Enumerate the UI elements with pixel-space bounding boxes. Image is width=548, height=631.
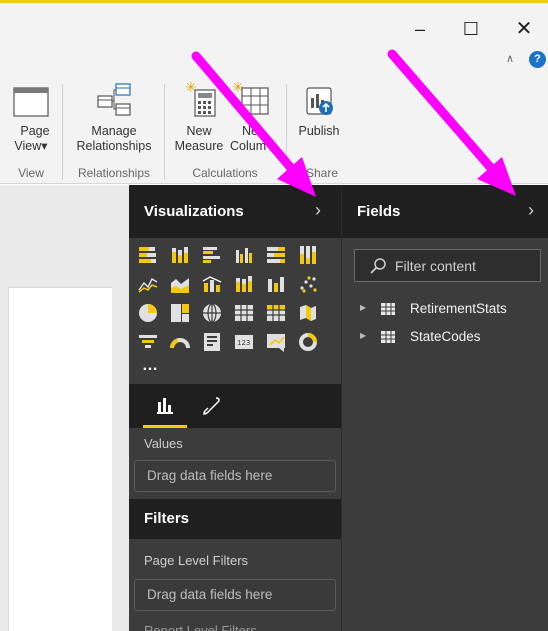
- area-chart-icon[interactable]: [169, 273, 191, 295]
- svg-text:✳: ✳: [185, 80, 197, 96]
- paint-roller-icon: [203, 397, 220, 415]
- new-measure-label2: Measure: [174, 139, 224, 153]
- ribbon-chart-icon[interactable]: [265, 273, 287, 295]
- values-label: Values: [144, 436, 183, 451]
- visualizations-pane: Visualizations › 123 … Values Drag data …: [129, 185, 341, 631]
- accent-line: [0, 0, 548, 3]
- report-page[interactable]: [8, 287, 112, 631]
- visualizations-title: Visualizations: [144, 203, 244, 220]
- page-filters-dropzone[interactable]: Drag data fields here: [134, 579, 336, 611]
- group-label-share: Share: [305, 166, 338, 180]
- filters-header: Filters: [129, 499, 341, 539]
- filters-title: Filters: [144, 510, 190, 527]
- manage-relationships-label: Manage: [91, 124, 137, 138]
- filled-map-icon[interactable]: [297, 302, 319, 324]
- fields-pane: Fields › ▶ RetirementStats ▶ StateCodes: [341, 185, 548, 631]
- maximize-button[interactable]: ☐: [458, 16, 484, 42]
- collapse-ribbon-icon[interactable]: ∧: [506, 52, 514, 65]
- page-view-icon: [13, 87, 49, 117]
- filter-content-input[interactable]: [395, 250, 535, 281]
- manage-relationships-icon: [97, 83, 131, 116]
- page-view-label2: View▾: [14, 139, 48, 153]
- multi-row-card-icon[interactable]: 123: [233, 331, 255, 353]
- ribbon: Page View▾ Manage Relationships ✳ New Me…: [0, 78, 548, 184]
- map-icon[interactable]: [201, 302, 223, 324]
- line-and-column-chart-icon[interactable]: [201, 273, 223, 295]
- visualizations-tabbar: [129, 384, 341, 428]
- group-label-calculations: Calculations: [192, 166, 258, 180]
- 100-stacked-bar-chart-icon[interactable]: [265, 244, 287, 266]
- gauge-icon[interactable]: [169, 331, 191, 353]
- table-icon: [381, 303, 395, 315]
- clustered-bar-chart-icon[interactable]: [201, 244, 223, 266]
- card-icon[interactable]: [201, 331, 223, 353]
- new-measure-icon: ✳: [185, 80, 216, 117]
- fields-header: Fields ›: [342, 185, 548, 238]
- search-icon: [370, 258, 386, 274]
- visualizations-header: Visualizations ›: [129, 185, 341, 238]
- manage-relationships-button[interactable]: Manage Relationships: [68, 78, 160, 154]
- more-visuals-icon[interactable]: …: [142, 357, 159, 375]
- treemap-icon[interactable]: [169, 302, 191, 324]
- matrix-icon[interactable]: [265, 302, 287, 324]
- line-and-stacked-column-chart-icon[interactable]: [233, 273, 255, 295]
- ribbon-separator: [286, 84, 287, 180]
- page-view-button[interactable]: Page View▾: [0, 78, 52, 154]
- funnel-icon[interactable]: [137, 331, 159, 353]
- publish-label: Publish: [298, 124, 340, 138]
- line-chart-icon[interactable]: [137, 273, 159, 295]
- group-label-relationships: Relationships: [77, 166, 151, 180]
- new-measure-button[interactable]: ✳ New Measure: [170, 78, 228, 154]
- table-visual-icon[interactable]: [233, 302, 255, 324]
- new-column-icon: ✳: [232, 80, 269, 115]
- publish-button[interactable]: Publish: [292, 78, 346, 139]
- new-column-button[interactable]: ✳ Ne Colum: [230, 78, 272, 154]
- stacked-bar-chart-icon[interactable]: [137, 244, 159, 266]
- clustered-column-chart-icon[interactable]: [233, 244, 255, 266]
- fields-tab-icon: [157, 398, 173, 414]
- fields-title: Fields: [357, 203, 401, 220]
- new-column-label: Ne: [242, 124, 258, 138]
- ribbon-separator: [164, 84, 165, 180]
- help-icon[interactable]: ?: [529, 51, 546, 68]
- table-name: RetirementStats: [410, 301, 507, 316]
- 100-stacked-column-chart-icon[interactable]: [297, 244, 319, 266]
- publish-icon: [306, 87, 333, 115]
- table-icon: [381, 331, 395, 343]
- report-canvas[interactable]: [0, 185, 129, 631]
- fields-tab[interactable]: [143, 384, 187, 428]
- table-name: StateCodes: [410, 329, 481, 344]
- svg-text:✳: ✳: [232, 80, 244, 96]
- kpi-icon[interactable]: [265, 331, 287, 353]
- filter-content-box[interactable]: [354, 249, 541, 282]
- collapse-visualizations-icon[interactable]: ›: [315, 200, 321, 221]
- close-button[interactable]: ✕: [511, 16, 537, 42]
- ribbon-separator: [62, 84, 63, 180]
- pie-chart-icon[interactable]: [137, 302, 159, 324]
- new-measure-label: New: [186, 124, 212, 138]
- minimize-button[interactable]: –: [407, 16, 433, 42]
- report-level-filters-label: Report Level Filters: [144, 623, 257, 631]
- stacked-column-chart-icon[interactable]: [169, 244, 191, 266]
- expand-icon[interactable]: ▶: [360, 331, 366, 340]
- collapse-fields-icon[interactable]: ›: [528, 200, 534, 221]
- scatter-chart-icon[interactable]: [297, 273, 319, 295]
- dropdown-arrow-icon: ▾: [41, 139, 48, 153]
- donut-chart-icon[interactable]: [297, 331, 319, 353]
- page-level-filters-label: Page Level Filters: [144, 553, 249, 568]
- page-view-label: Page: [20, 124, 50, 138]
- title-bar: – ☐ ✕ ∧ ?: [0, 0, 548, 78]
- svg-text:123: 123: [237, 339, 250, 347]
- new-column-label2: Colum: [230, 139, 267, 153]
- values-dropzone[interactable]: Drag data fields here: [134, 460, 336, 492]
- expand-icon[interactable]: ▶: [360, 303, 366, 312]
- format-tab[interactable]: [189, 384, 233, 428]
- manage-relationships-label2: Relationships: [76, 139, 152, 153]
- group-label-view: View: [18, 166, 44, 180]
